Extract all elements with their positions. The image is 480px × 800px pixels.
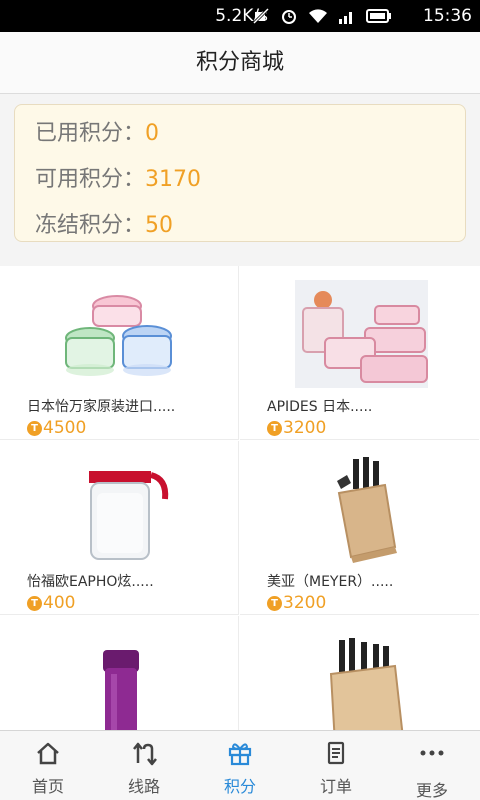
knife-block-large-image xyxy=(329,638,404,730)
available-points-label: 可用积分： xyxy=(35,167,146,192)
bottom-nav: 首页 线路 积分 订单 更多 xyxy=(0,730,480,800)
nav-label-more: 更多 xyxy=(415,781,448,800)
product-name: 美亚（MEYER）..... xyxy=(267,574,394,590)
nav-label-home: 首页 xyxy=(31,777,64,796)
product-price: T 3200 xyxy=(267,593,326,613)
points-card: 已用积分：0 可用积分：3170 冻结积分：50 xyxy=(14,104,466,242)
nav-item-more[interactable]: 更多 xyxy=(384,731,480,800)
points-coin-icon: T xyxy=(267,595,282,611)
product-card[interactable]: 日本怡万家原装进口..... T 4500 xyxy=(0,266,239,440)
used-points-label: 已用积分： xyxy=(35,121,146,146)
wifi-icon xyxy=(309,9,327,23)
product-card[interactable] xyxy=(0,616,239,730)
product-price: T 400 xyxy=(27,593,75,613)
frozen-points-value: 50 xyxy=(145,213,174,238)
alarm-icon xyxy=(282,10,296,24)
product-price: T 3200 xyxy=(267,418,326,438)
available-points-row: 可用积分：3170 xyxy=(35,161,201,193)
glass-pitcher-image xyxy=(89,471,169,560)
used-points-value: 0 xyxy=(145,121,160,146)
pink-containers-image xyxy=(295,280,428,388)
mute-icon xyxy=(252,7,270,25)
glass-containers-image xyxy=(65,295,172,376)
product-card[interactable]: 怡福欧EAPHO炫..... T 400 xyxy=(0,441,239,615)
used-points-row: 已用积分：0 xyxy=(35,115,159,147)
page-title: 积分商城 xyxy=(0,32,480,94)
product-grid: 日本怡万家原装进口..... T 4500 APIDES 日本..... T 3… xyxy=(0,266,480,730)
knife-block-image xyxy=(337,457,397,563)
frozen-points-row: 冻结积分：50 xyxy=(35,207,173,239)
points-coin-icon: T xyxy=(267,420,282,436)
nav-item-route[interactable]: 线路 xyxy=(96,731,192,800)
gift-icon xyxy=(228,743,252,766)
product-name: 日本怡万家原装进口..... xyxy=(27,399,176,415)
product-card[interactable] xyxy=(240,616,479,730)
points-section: 已用积分：0 可用积分：3170 冻结积分：50 xyxy=(0,94,480,266)
product-price-value: 3200 xyxy=(283,593,327,613)
frozen-points-label: 冻结积分： xyxy=(35,213,146,238)
status-icons xyxy=(252,7,392,25)
order-icon xyxy=(327,741,345,765)
nav-item-points[interactable]: 积分 xyxy=(192,731,288,800)
purple-thermos-image xyxy=(103,650,139,730)
product-price-value: 400 xyxy=(43,593,76,613)
nav-item-home[interactable]: 首页 xyxy=(0,731,96,800)
nav-label-orders: 订单 xyxy=(319,777,352,796)
product-price: T 4500 xyxy=(27,418,86,438)
product-price-value: 3200 xyxy=(283,418,327,438)
points-coin-icon: T xyxy=(27,420,42,436)
signal-icon xyxy=(339,12,352,24)
battery-icon xyxy=(366,9,391,23)
product-card[interactable]: APIDES 日本..... T 3200 xyxy=(240,266,479,440)
available-points-value: 3170 xyxy=(145,167,202,192)
product-name: 怡福欧EAPHO炫..... xyxy=(27,574,154,590)
clock: 15:36 xyxy=(423,6,472,26)
more-icon xyxy=(420,750,444,756)
product-name: APIDES 日本..... xyxy=(267,399,373,415)
nav-item-orders[interactable]: 订单 xyxy=(288,731,384,800)
home-icon xyxy=(37,742,59,765)
nav-label-route: 线路 xyxy=(127,777,160,796)
nav-label-points: 积分 xyxy=(223,777,256,796)
route-icon xyxy=(133,742,157,766)
product-price-value: 4500 xyxy=(43,418,87,438)
status-bar: 5.2K/s 15:36 xyxy=(0,0,480,32)
points-coin-icon: T xyxy=(27,595,42,611)
product-card[interactable]: 美亚（MEYER）..... T 3200 xyxy=(240,441,479,615)
